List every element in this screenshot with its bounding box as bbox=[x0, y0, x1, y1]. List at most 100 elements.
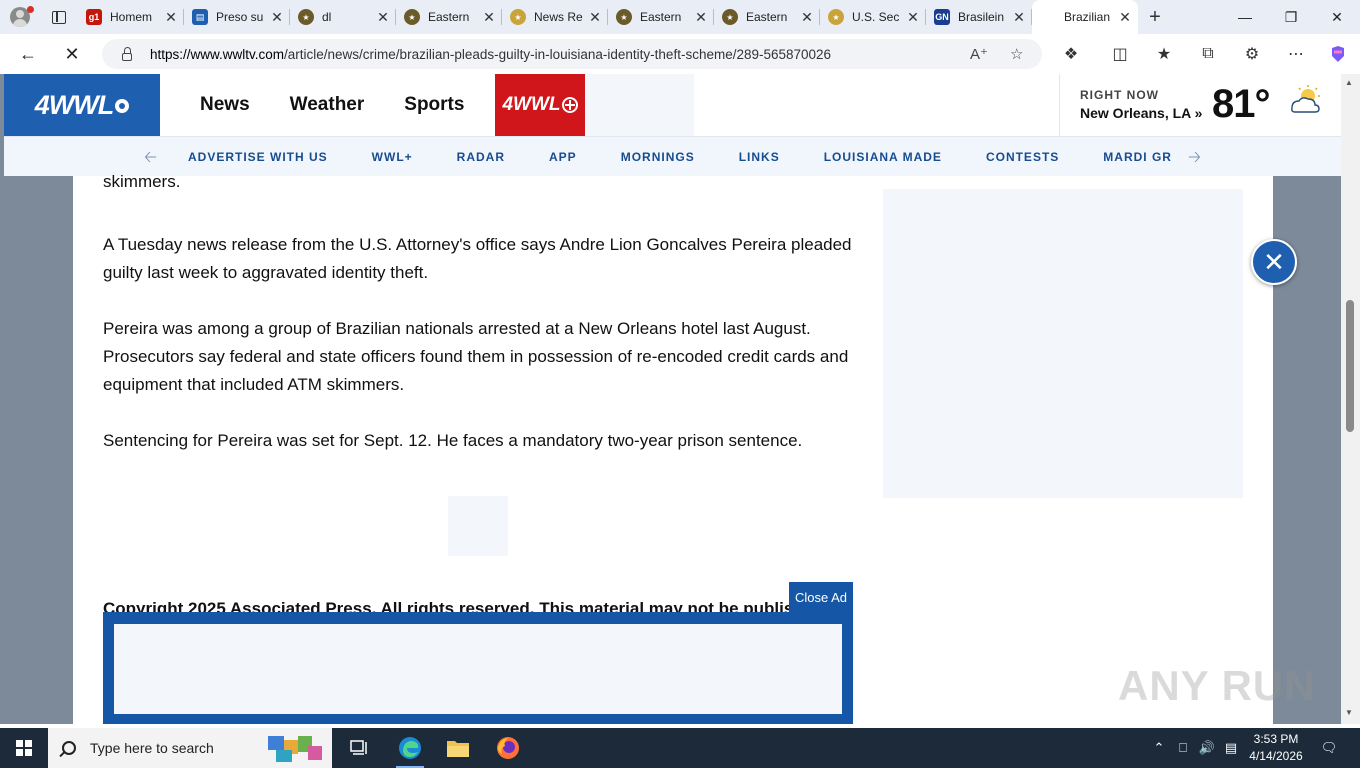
subnav-item[interactable]: ADVERTISE WITH US bbox=[188, 150, 328, 164]
tab-close-icon[interactable]: ✕ bbox=[1012, 9, 1026, 26]
browser-tab[interactable]: GN Brasilein ✕ bbox=[926, 0, 1032, 34]
inline-ad-slot bbox=[448, 496, 508, 556]
start-button[interactable] bbox=[0, 728, 48, 768]
wwl-plus-logo[interactable]: 4WWL bbox=[495, 74, 585, 136]
tab-close-icon[interactable]: ✕ bbox=[588, 9, 602, 26]
tab-title: News Re bbox=[534, 10, 583, 24]
split-screen-icon[interactable]: ◫ bbox=[1104, 34, 1136, 74]
favorites-icon[interactable]: ★ bbox=[1148, 34, 1180, 74]
tab-close-icon[interactable]: ✕ bbox=[694, 9, 708, 26]
subnav-item[interactable]: RADAR bbox=[457, 150, 505, 164]
tab-favicon-icon: ★ bbox=[510, 9, 526, 25]
network-icon[interactable]: ▤ bbox=[1220, 728, 1242, 768]
weather-widget[interactable]: RIGHT NOW New Orleans, LA » 81° bbox=[1059, 74, 1341, 136]
tab-close-icon[interactable]: ✕ bbox=[906, 9, 920, 26]
notifications-icon[interactable]: 🗨 bbox=[1314, 728, 1344, 768]
weather-temp: 81° bbox=[1212, 82, 1270, 126]
favorite-star-icon[interactable]: ☆ bbox=[1010, 45, 1023, 63]
browser-tab[interactable]: ★ Eastern ✕ bbox=[608, 0, 714, 34]
tab-favicon-icon: g1 bbox=[86, 9, 102, 25]
tab-close-icon[interactable]: ✕ bbox=[164, 9, 178, 26]
extensions-icon[interactable]: ❖ bbox=[1055, 34, 1087, 74]
volume-icon[interactable]: 🔊 bbox=[1196, 728, 1218, 768]
browser-tab[interactable]: ★ Eastern ✕ bbox=[396, 0, 502, 34]
tab-favicon-icon: ▤ bbox=[192, 9, 208, 25]
browser-tab[interactable]: Brazilian ✕ bbox=[1032, 0, 1138, 34]
clock-time: 3:53 PM bbox=[1253, 732, 1299, 746]
sticky-bottom-ad[interactable] bbox=[103, 612, 853, 724]
tab-close-icon[interactable]: ✕ bbox=[270, 9, 284, 26]
subnav-item[interactable]: MORNINGS bbox=[621, 150, 695, 164]
scroll-down-icon[interactable]: ▼ bbox=[1345, 708, 1353, 717]
browser-tab[interactable]: ▤ Preso su ✕ bbox=[184, 0, 290, 34]
scroll-up-icon[interactable]: ▲ bbox=[1345, 78, 1353, 87]
browser-tab[interactable]: ★ Eastern ✕ bbox=[714, 0, 820, 34]
web-page: 4WWL News Weather Sports 4WWL RIGHT NOW … bbox=[0, 74, 1360, 724]
tab-close-icon[interactable]: ✕ bbox=[376, 9, 390, 26]
nav-weather[interactable]: Weather bbox=[290, 94, 365, 116]
tab-close-icon[interactable]: ✕ bbox=[482, 9, 496, 26]
settings-more-icon[interactable]: ⋯ bbox=[1280, 34, 1312, 74]
cbs-eye-icon bbox=[115, 99, 130, 113]
subnav-item[interactable]: WWL+ bbox=[372, 150, 413, 164]
tab-actions-button[interactable] bbox=[40, 0, 78, 34]
tab-favicon-icon: ★ bbox=[722, 9, 738, 25]
task-view-button[interactable] bbox=[336, 728, 384, 768]
tab-favicon-icon: ★ bbox=[404, 9, 420, 25]
lock-icon[interactable] bbox=[112, 46, 142, 61]
copilot-icon[interactable] bbox=[1322, 34, 1354, 74]
subnav-item[interactable]: APP bbox=[549, 150, 577, 164]
tab-favicon-icon: ★ bbox=[828, 9, 844, 25]
subnav-item[interactable]: LOUISIANA MADE bbox=[824, 150, 942, 164]
stop-loading-button[interactable]: ✕ bbox=[52, 34, 92, 74]
puzzle-illustration-icon bbox=[268, 736, 322, 762]
tab-close-icon[interactable]: ✕ bbox=[800, 9, 814, 26]
browser-tab[interactable]: ★ dl ✕ bbox=[290, 0, 396, 34]
subnav-item[interactable]: CONTESTS bbox=[986, 150, 1059, 164]
scrollbar-thumb[interactable] bbox=[1346, 300, 1354, 432]
subnav-item[interactable]: MARDI GR bbox=[1103, 150, 1172, 164]
subnav-right-arrow-icon[interactable]: 🡢 bbox=[1188, 146, 1201, 173]
weather-city[interactable]: New Orleans, LA » bbox=[1080, 105, 1202, 121]
close-window-button[interactable]: ✕ bbox=[1314, 0, 1360, 34]
page-scrollbar[interactable]: ▲ ▼ bbox=[1341, 74, 1360, 724]
browser-tab[interactable]: ★ U.S. Sec ✕ bbox=[820, 0, 926, 34]
nav-news[interactable]: News bbox=[200, 94, 250, 116]
anyrun-watermark: ANY RUN bbox=[1118, 662, 1316, 709]
tab-close-icon[interactable]: ✕ bbox=[1118, 9, 1132, 26]
taskbar-clock[interactable]: 3:53 PM 4/14/2026 bbox=[1240, 731, 1312, 765]
address-bar[interactable]: https://www.wwltv.com/article/news/crime… bbox=[102, 39, 1042, 69]
browser-tab[interactable]: ★ News Re ✕ bbox=[502, 0, 608, 34]
tab-title: Eastern bbox=[746, 10, 788, 24]
new-tab-button[interactable]: + bbox=[1138, 0, 1172, 34]
collections-icon[interactable]: ⧉ bbox=[1192, 34, 1224, 74]
meet-now-icon[interactable]: ⎕ bbox=[1172, 728, 1194, 768]
search-icon bbox=[62, 741, 76, 755]
file-explorer-icon[interactable] bbox=[434, 728, 482, 768]
profile-button[interactable] bbox=[0, 0, 40, 34]
subnav-left-arrow-icon[interactable]: 🡠 bbox=[144, 146, 157, 173]
nav-sports[interactable]: Sports bbox=[404, 94, 464, 116]
taskbar-search[interactable]: Type here to search bbox=[48, 728, 332, 768]
close-ad-button[interactable]: Close Ad bbox=[789, 582, 853, 612]
subnav-item[interactable]: LINKS bbox=[739, 150, 780, 164]
tab-title: Eastern bbox=[640, 10, 682, 24]
tray-chevron-icon[interactable]: ⌃ bbox=[1150, 728, 1168, 768]
clock-date: 4/14/2026 bbox=[1249, 749, 1303, 763]
read-aloud-icon[interactable]: A⁺ bbox=[970, 45, 988, 63]
article-fragment: skimmers. bbox=[103, 172, 181, 191]
tab-favicon-icon: GN bbox=[934, 9, 950, 25]
tab-title: dl bbox=[322, 10, 332, 24]
site-logo[interactable]: 4WWL bbox=[4, 74, 160, 136]
browser-tab[interactable]: g1 Homem ✕ bbox=[78, 0, 184, 34]
edge-taskbar-icon[interactable] bbox=[386, 728, 434, 768]
tab-title: Preso su bbox=[216, 10, 264, 24]
minimize-button[interactable]: — bbox=[1222, 0, 1268, 34]
site-header: 4WWL News Weather Sports 4WWL RIGHT NOW … bbox=[4, 74, 1341, 136]
performance-icon[interactable]: ⚙ bbox=[1236, 34, 1268, 74]
close-overlay-button[interactable]: ✕ bbox=[1251, 239, 1297, 285]
url-text[interactable]: https://www.wwltv.com/article/news/crime… bbox=[150, 47, 831, 62]
back-button[interactable]: ← bbox=[8, 34, 48, 74]
restore-button[interactable]: ❐ bbox=[1268, 0, 1314, 34]
firefox-icon[interactable] bbox=[484, 728, 532, 768]
